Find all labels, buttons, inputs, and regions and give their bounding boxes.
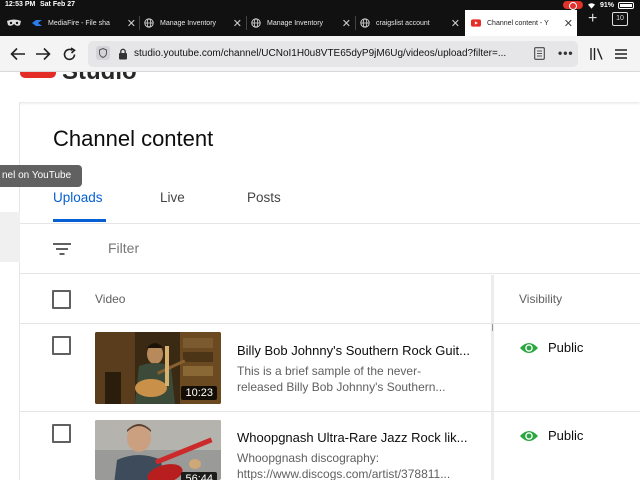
video-thumbnail[interactable]: 10:23 — [95, 332, 221, 404]
video-description-line: released Billy Bob Johnny's Southern... — [237, 380, 446, 394]
filter-input[interactable] — [108, 240, 408, 256]
status-date: Sat Feb 27 — [40, 1, 76, 8]
video-description-line: https://www.discogs.com/artist/378811... — [237, 467, 451, 480]
close-icon[interactable]: ✕ — [233, 17, 242, 30]
tab-posts[interactable]: Posts — [247, 190, 281, 205]
tab-label: Manage Inventory — [267, 19, 324, 27]
youtube-logo-icon[interactable] — [20, 72, 56, 78]
reload-button[interactable] — [57, 42, 81, 66]
tab-count-button[interactable]: 10 — [612, 12, 628, 26]
visibility-cell[interactable]: Public — [519, 428, 583, 443]
tab-manage-inventory-2[interactable]: Manage Inventory ✕ — [251, 10, 355, 36]
lock-icon[interactable] — [118, 47, 128, 65]
status-time: 12:53 PM — [5, 1, 36, 8]
video-title[interactable]: Billy Bob Johnny's Southern Rock Guit... — [237, 343, 477, 358]
url-text[interactable]: studio.youtube.com/channel/UCNoI1H0u8VTE… — [134, 48, 524, 59]
active-tab-indicator — [53, 219, 106, 222]
video-duration: 10:23 — [181, 386, 217, 400]
reader-view-icon[interactable] — [534, 47, 545, 65]
studio-header: Studio — [0, 72, 640, 102]
eye-icon — [520, 430, 538, 441]
screen-record-icon — [562, 1, 583, 10]
page-title: Channel content — [53, 126, 214, 151]
close-icon[interactable]: ✕ — [342, 17, 351, 30]
eye-icon — [520, 342, 538, 353]
video-description-line: Whoopgnash discography: — [237, 451, 380, 465]
page-actions-more-icon[interactable]: ••• — [558, 46, 574, 60]
close-icon[interactable]: ✕ — [127, 17, 136, 30]
header-divider — [20, 323, 640, 324]
visibility-status: Public — [548, 340, 584, 355]
view-channel-tooltip: nel on YouTube — [0, 165, 82, 187]
arrow-left-icon — [10, 47, 25, 61]
arrow-right-icon — [36, 47, 51, 61]
tab-mediafire[interactable]: MediaFire - File sha ✕ — [6, 10, 140, 36]
tab-label: craigslist account — [376, 19, 430, 27]
globe-icon — [144, 18, 154, 28]
tab-label: Manage Inventory — [160, 19, 217, 27]
tracking-shield-icon[interactable] — [96, 46, 110, 65]
back-button[interactable] — [6, 42, 30, 66]
column-resize-handle[interactable] — [491, 275, 494, 480]
battery-percent: 91% — [599, 1, 614, 9]
column-header-visibility[interactable]: Visibility — [519, 292, 562, 306]
filter-divider — [20, 273, 640, 274]
address-bar[interactable]: studio.youtube.com/channel/UCNoI1H0u8VTE… — [88, 41, 578, 67]
row-divider — [20, 411, 640, 412]
globe-icon — [251, 18, 261, 28]
tab-manage-inventory-1[interactable]: Manage Inventory ✕ — [142, 10, 246, 36]
reload-icon — [63, 46, 76, 60]
browser-toolbar: studio.youtube.com/channel/UCNoI1H0u8VTE… — [0, 36, 640, 72]
mediafire-icon — [32, 18, 42, 28]
video-thumbnail[interactable]: 56:44 — [95, 420, 221, 480]
video-description: This is a brief sample of the never- rel… — [237, 363, 472, 395]
tab-label: Channel content - Y — [487, 19, 549, 27]
youtube-icon — [471, 18, 481, 28]
mask-icon — [7, 19, 21, 26]
video-duration: 56:44 — [181, 472, 217, 480]
status-bar: 12:53 PM Sat Feb 27 91% — [0, 0, 640, 10]
tab-craigslist[interactable]: craigslist account ✕ — [360, 10, 464, 36]
new-tab-button[interactable]: + — [588, 11, 597, 27]
studio-logo-text[interactable]: Studio — [62, 72, 137, 86]
video-description: Whoopgnash discography: https://www.disc… — [237, 450, 472, 480]
tab-uploads[interactable]: Uploads — [53, 190, 103, 205]
status-right: 91% — [562, 1, 634, 10]
forward-button[interactable] — [31, 42, 55, 66]
visibility-cell[interactable]: Public — [519, 340, 583, 355]
nav-item-content-selected[interactable] — [0, 212, 20, 262]
visibility-status: Public — [548, 428, 584, 443]
video-title[interactable]: Whoopgnash Ultra-Rare Jazz Rock lik... — [237, 430, 477, 445]
select-all-checkbox[interactable] — [52, 290, 71, 309]
library-icon — [590, 48, 603, 60]
globe-icon — [360, 18, 370, 28]
tab-channel-content[interactable]: Channel content - Y ✕ — [465, 10, 577, 36]
filter-icon[interactable] — [52, 241, 72, 257]
row-checkbox[interactable] — [52, 336, 71, 355]
row-checkbox[interactable] — [52, 424, 71, 443]
wifi-icon — [587, 2, 595, 9]
tab-live[interactable]: Live — [160, 190, 185, 205]
browser-tab-strip: 12:53 PM Sat Feb 27 91% MediaFire - File… — [0, 0, 640, 36]
battery-icon — [618, 1, 634, 9]
left-nav-rail — [0, 102, 20, 480]
hamburger-icon — [615, 49, 627, 59]
video-description-line: This is a brief sample of the never- — [237, 364, 422, 378]
thumbnail-image — [95, 420, 221, 480]
menu-button[interactable] — [609, 42, 633, 66]
tab-label: MediaFire - File sha — [48, 19, 110, 27]
tabs-divider — [20, 223, 640, 224]
close-icon[interactable]: ✕ — [451, 17, 460, 30]
column-header-video[interactable]: Video — [95, 292, 125, 306]
library-button[interactable] — [585, 42, 609, 66]
tab-list: MediaFire - File sha ✕ Manage Inventory … — [0, 10, 640, 36]
close-icon[interactable]: ✕ — [564, 17, 573, 30]
